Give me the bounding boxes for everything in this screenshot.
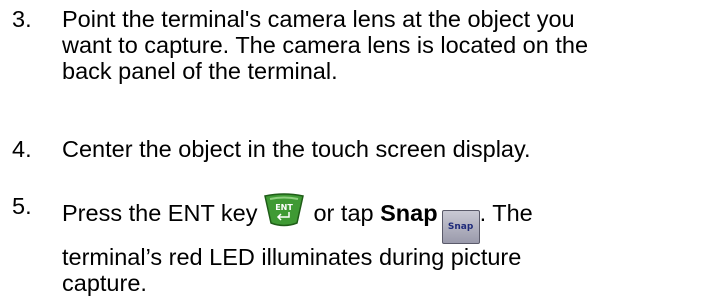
snap-button-icon: Snap (441, 210, 480, 244)
step-line: terminal’s red LED illuminates during pi… (62, 244, 522, 270)
step-line: want to capture. The camera lens is loca… (62, 32, 589, 58)
step-text: Center the object in the touch screen di… (62, 136, 717, 162)
step-number: 4. (12, 136, 32, 162)
step-line: Center the object in the touch screen di… (62, 136, 531, 162)
step-line: Point the terminal's camera lens at the … (62, 6, 575, 32)
snap-button-reference: Snap (380, 200, 438, 226)
ent-key-icon: ENT (264, 193, 305, 227)
ent-key-label: ENT (276, 203, 294, 212)
step-number: 3. (12, 6, 32, 32)
step-number: 5. (12, 193, 32, 219)
step-line: capture. (62, 270, 147, 296)
step-line: Press the ENT key ENT or tap SnapSnap. T… (62, 193, 717, 244)
step-text: Point the terminal's camera lens at the … (62, 6, 717, 84)
step-line: back panel of the terminal. (62, 58, 338, 84)
step-text: Press the ENT key ENT or tap SnapSnap. T… (62, 193, 717, 296)
step-text-fragment: . The (479, 200, 533, 226)
step-text-fragment: or tap (313, 200, 374, 226)
step-text-fragment: Press the ENT key (62, 200, 258, 226)
